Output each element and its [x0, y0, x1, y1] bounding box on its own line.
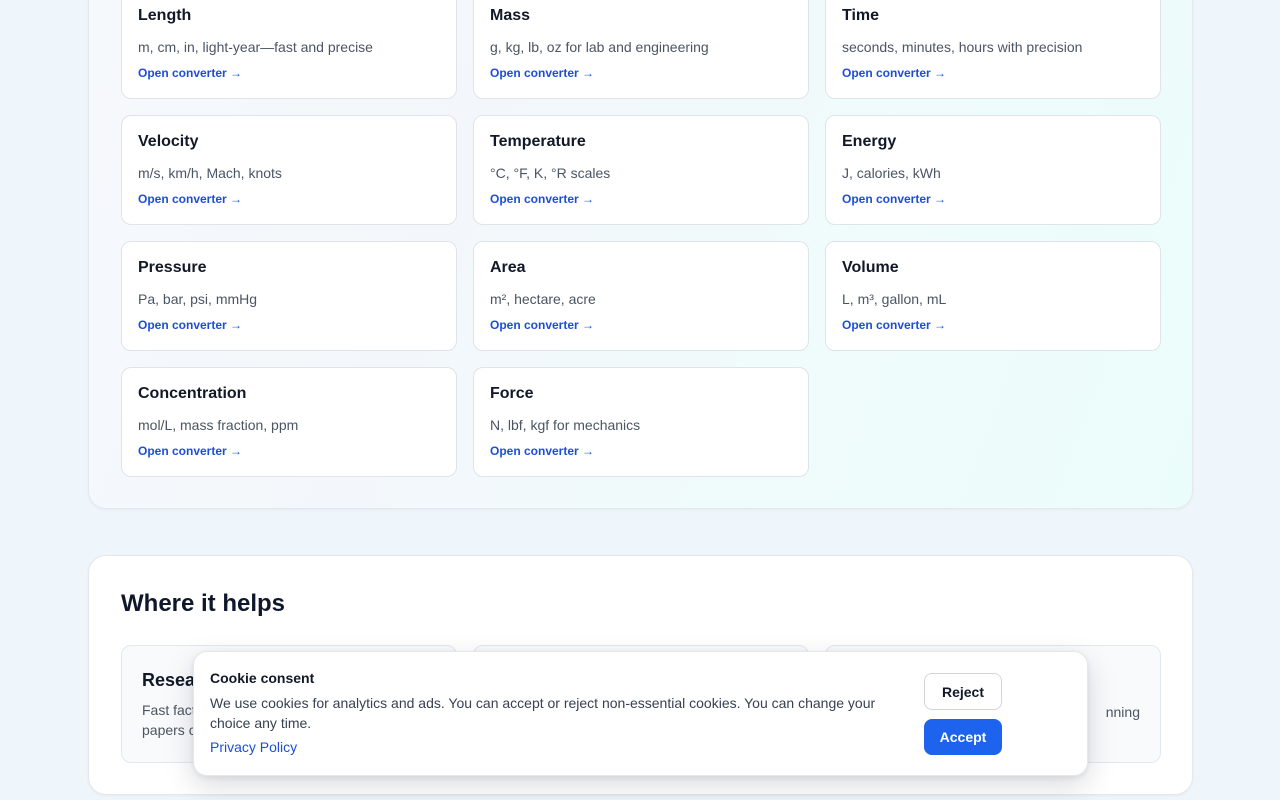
card-title: Time: [842, 7, 880, 24]
converter-card-time: Time seconds, minutes, hours with precis…: [825, 0, 1161, 99]
open-converter-link-pressure[interactable]: Open converter →: [138, 317, 242, 333]
card-title: Temperature: [490, 133, 586, 150]
card-description: m/s, km/h, Mach, knots: [138, 165, 282, 181]
open-converter-link-length[interactable]: Open converter →: [138, 65, 242, 81]
converter-card-mass: Mass g, kg, lb, oz for lab and engineeri…: [473, 0, 809, 99]
card-description: N, lbf, kgf for mechanics: [490, 417, 641, 433]
card-title: Force: [490, 385, 534, 402]
converter-card-velocity: Velocity m/s, km/h, Mach, knots Open con…: [121, 115, 457, 225]
open-converter-link-energy[interactable]: Open converter →: [842, 191, 946, 207]
card-title: Volume: [842, 259, 899, 276]
card-title: Pressure: [138, 259, 207, 276]
open-converter-link-mass[interactable]: Open converter →: [490, 65, 594, 81]
cookie-text: We use cookies for analytics and ads. Yo…: [210, 695, 876, 731]
card-description: J, calories, kWh: [842, 165, 941, 181]
card-title: Concentration: [138, 385, 247, 402]
card-description: mol/L, mass fraction, ppm: [138, 417, 299, 433]
converter-card-pressure: Pressure Pa, bar, psi, mmHg Open convert…: [121, 241, 457, 351]
converter-card-energy: Energy J, calories, kWh Open converter →: [825, 115, 1161, 225]
converter-card-force: Force N, lbf, kgf for mechanics Open con…: [473, 367, 809, 477]
open-converter-link-volume[interactable]: Open converter →: [842, 317, 946, 333]
cookie-consent-banner: Cookie consent We use cookies for analyt…: [193, 651, 1088, 776]
card-description: m, cm, in, light-year—fast and precise: [138, 39, 373, 55]
converter-card-concentration: Concentration mol/L, mass fraction, ppm …: [121, 367, 457, 477]
card-title: Energy: [842, 133, 897, 150]
card-title: Length: [138, 7, 192, 24]
converters-panel: Length m, cm, in, light-year—fast and pr…: [88, 0, 1193, 509]
card-description: seconds, minutes, hours with precision: [842, 39, 1083, 55]
open-converter-link-temperature[interactable]: Open converter →: [490, 191, 594, 207]
card-title: Mass: [490, 7, 531, 24]
converter-grid: Length m, cm, in, light-year—fast and pr…: [121, 0, 1161, 477]
card-description: m², hectare, acre: [490, 291, 596, 307]
open-converter-link-time[interactable]: Open converter →: [842, 65, 946, 81]
card-description: °C, °F, K, °R scales: [490, 165, 611, 181]
privacy-policy-link[interactable]: Privacy Policy: [210, 739, 297, 755]
section-title: Where it helps: [121, 590, 286, 617]
card-title: Area: [490, 259, 526, 276]
open-converter-link-force[interactable]: Open converter →: [490, 443, 594, 459]
converter-card-area: Area m², hectare, acre Open converter →: [473, 241, 809, 351]
card-description: g, kg, lb, oz for lab and engineering: [490, 39, 709, 55]
card-description: Pa, bar, psi, mmHg: [138, 291, 258, 307]
converter-card-volume: Volume L, m³, gallon, mL Open converter …: [825, 241, 1161, 351]
open-converter-link-concentration[interactable]: Open converter →: [138, 443, 242, 459]
converter-card-temperature: Temperature °C, °F, K, °R scales Open co…: [473, 115, 809, 225]
reject-button[interactable]: Reject: [924, 673, 1002, 710]
accept-button[interactable]: Accept: [924, 719, 1002, 755]
card-description: L, m³, gallon, mL: [842, 291, 947, 307]
converter-card-length: Length m, cm, in, light-year—fast and pr…: [121, 0, 457, 99]
open-converter-link-velocity[interactable]: Open converter →: [138, 191, 242, 207]
card-title: Velocity: [138, 133, 199, 150]
open-converter-link-area[interactable]: Open converter →: [490, 317, 594, 333]
